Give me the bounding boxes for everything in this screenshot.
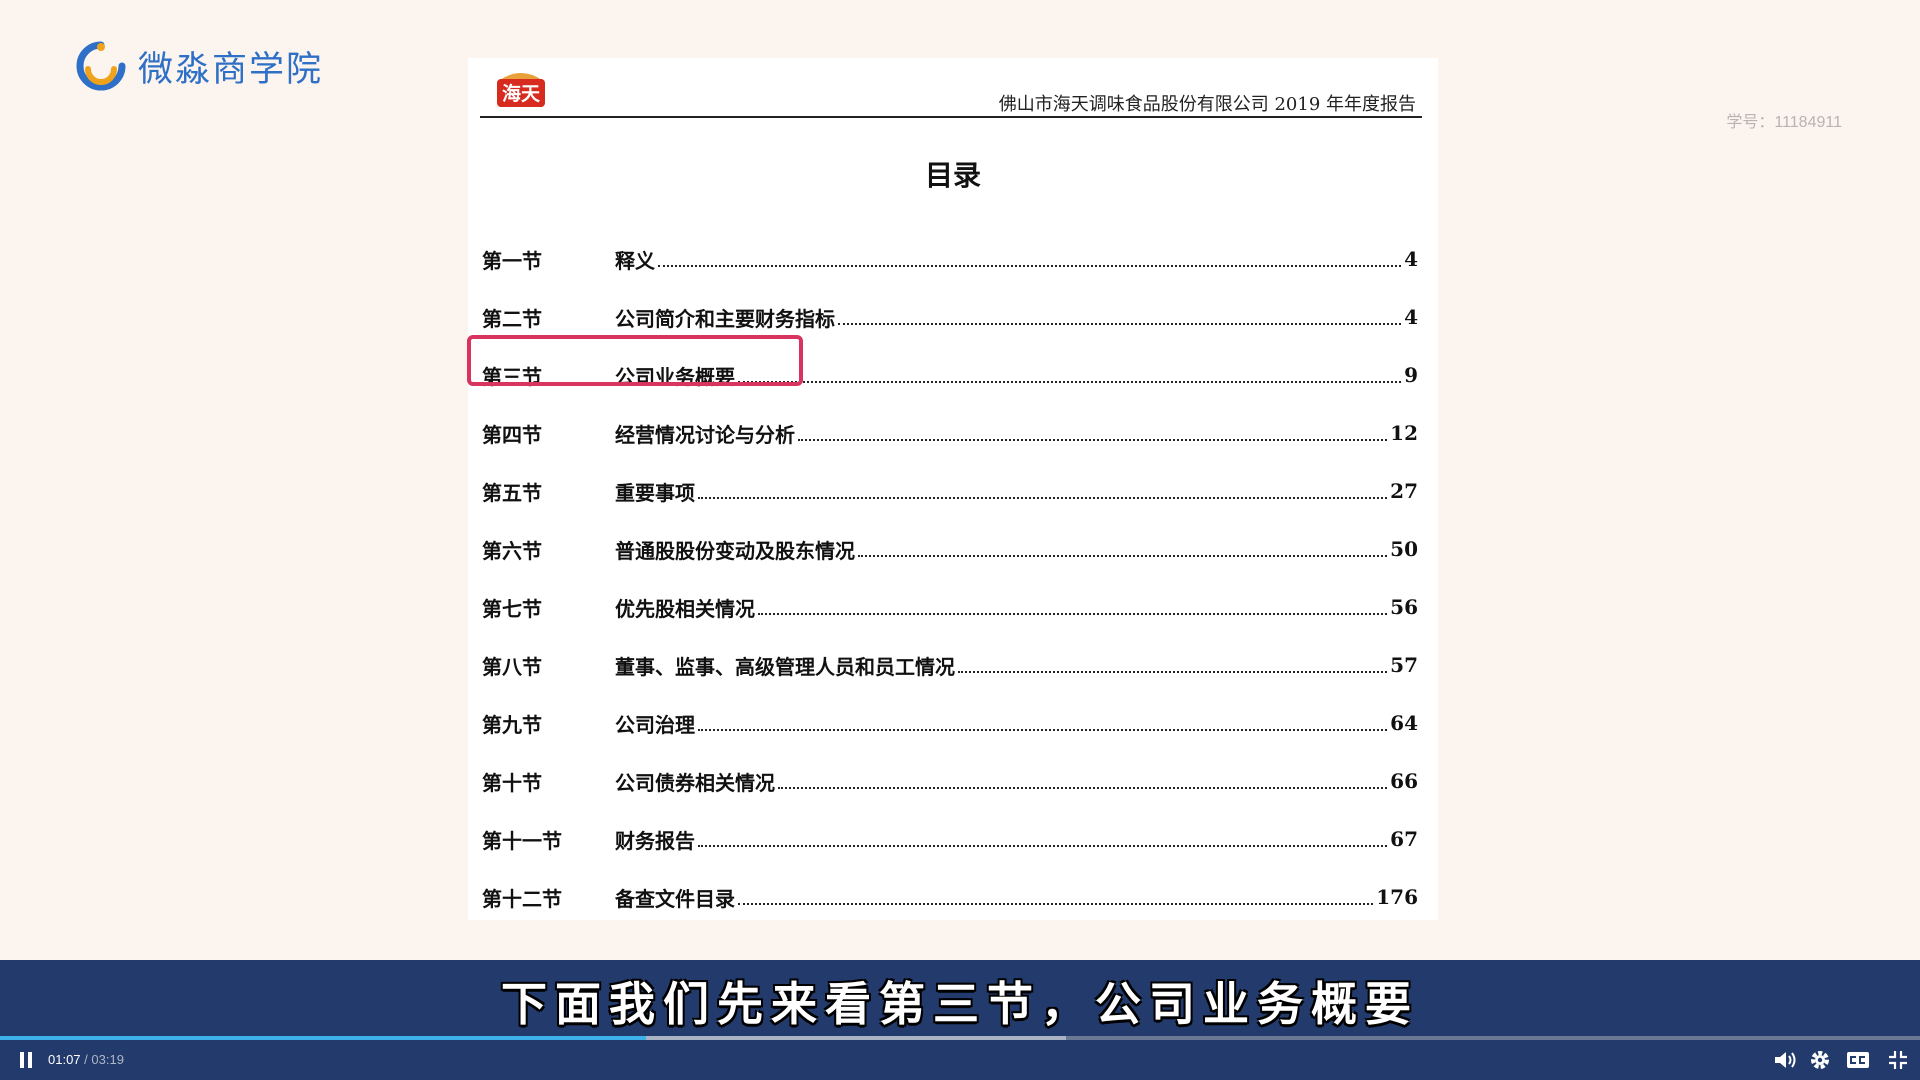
report-header: 佛山市海天调味食品股份有限公司 2019 年年度报告: [998, 94, 1416, 115]
settings-icon: [1811, 1051, 1829, 1069]
toc-section-title: 优先股相关情况: [615, 596, 755, 621]
toc-page-number: 9: [1404, 363, 1418, 387]
toc-page-number: 12: [1390, 421, 1418, 445]
brand-name: 微淼商学院: [138, 49, 324, 90]
toc-row: 第六节 普通股股份变动及股东情况 50: [482, 520, 1418, 578]
toc-row: 第十一节 财务报告 67: [482, 810, 1418, 868]
captions-button[interactable]: [1846, 1048, 1870, 1072]
toc-section-title: 公司治理: [615, 712, 695, 737]
toc-row: 第九节 公司治理 64: [482, 694, 1418, 752]
pause-icon: [20, 1052, 32, 1068]
toc-row: 第七节 优先股相关情况 56: [482, 578, 1418, 636]
exit-fullscreen-button[interactable]: [1886, 1048, 1910, 1072]
toc-section-title: 重要事项: [615, 480, 695, 505]
video-subtitle: 下面我们先来看第三节，公司业务概要: [501, 977, 1419, 1031]
haitian-logo: 海天: [497, 73, 545, 107]
student-id-watermark: 学号：11184911: [1726, 114, 1842, 131]
toc-page-number: 27: [1390, 479, 1418, 503]
toc-leader-dots: [658, 265, 1402, 267]
toc-page-number: 50: [1390, 537, 1418, 561]
current-time: 01:07: [48, 1052, 81, 1067]
document-page: 海天 佛山市海天调味食品股份有限公司 2019 年年度报告 目录 第一节 释义 4 第…: [468, 58, 1438, 920]
toc-page-number: 176: [1376, 885, 1418, 909]
toc-section-title: 公司简介和主要财务指标: [615, 306, 835, 331]
toc-leader-dots: [738, 903, 1374, 905]
volume-icon: [1775, 1052, 1796, 1068]
player-controls: 01:07 / 03:19: [0, 1040, 1920, 1080]
pause-button[interactable]: [14, 1048, 38, 1072]
toc-row: 第十二节 备查文件目录 176: [482, 868, 1418, 926]
toc-page-number: 57: [1390, 653, 1418, 677]
toc-leader-dots: [798, 439, 1388, 441]
toc-leader-dots: [698, 497, 1388, 499]
brand-logo-icon: [76, 41, 126, 91]
toc-leader-dots: [838, 323, 1402, 325]
toc-page-number: 4: [1404, 305, 1418, 329]
toc-row: 第五节 重要事项 27: [482, 462, 1418, 520]
toc-section-title: 财务报告: [615, 828, 695, 853]
toc-title: 目录: [924, 159, 981, 192]
toc-page-number: 56: [1390, 595, 1418, 619]
toc-leader-dots: [758, 613, 1388, 615]
toc-section-number: 第九节: [482, 712, 542, 737]
toc-row: 第十节 公司债券相关情况 66: [482, 752, 1418, 810]
toc-section-number: 第十二节: [482, 886, 562, 911]
toc-section-title: 公司债券相关情况: [615, 770, 775, 795]
toc-page-number: 4: [1404, 247, 1418, 271]
captions-icon: [1847, 1052, 1869, 1068]
toc-row: 第一节 释义 4: [482, 230, 1418, 288]
volume-button[interactable]: [1773, 1048, 1797, 1072]
toc-section-number: 第七节: [482, 596, 542, 621]
toc-section-number: 第二节: [482, 306, 542, 331]
time-separator: /: [84, 1052, 88, 1067]
toc-section-number: 第八节: [482, 654, 542, 679]
toc-section-number: 第五节: [482, 480, 542, 505]
highlight-box: [467, 335, 803, 386]
subtitle-band: 下面我们先来看第三节，公司业务概要: [0, 960, 1920, 1040]
time-display: 01:07 / 03:19: [48, 1052, 124, 1067]
exit-fullscreen-icon: [1889, 1051, 1907, 1069]
toc-section-number: 第四节: [482, 422, 542, 447]
toc-section-number: 第十节: [482, 770, 542, 795]
toc-leader-dots: [698, 845, 1388, 847]
toc-leader-dots: [738, 381, 1402, 383]
toc-section-title: 释义: [615, 248, 655, 273]
settings-button[interactable]: [1808, 1048, 1832, 1072]
toc-page-number: 66: [1390, 769, 1418, 793]
toc-page-number: 64: [1390, 711, 1418, 735]
toc-section-number: 第一节: [482, 248, 542, 273]
toc-leader-dots: [778, 787, 1388, 789]
toc-row: 第四节 经营情况讨论与分析 12: [482, 404, 1418, 462]
toc-leader-dots: [858, 555, 1388, 557]
haitian-logo-text: 海天: [502, 82, 541, 105]
toc-leader-dots: [958, 671, 1388, 673]
brand-logo: 微淼商学院: [74, 36, 323, 96]
toc-page-number: 67: [1390, 827, 1418, 851]
toc-section-title: 备查文件目录: [615, 886, 735, 911]
toc-row: 第八节 董事、监事、高级管理人员和员工情况 57: [482, 636, 1418, 694]
toc-section-number: 第六节: [482, 538, 542, 563]
toc-section-title: 普通股股份变动及股东情况: [615, 538, 855, 563]
toc-section-title: 经营情况讨论与分析: [615, 422, 795, 447]
toc-leader-dots: [698, 729, 1388, 731]
toc-section-title: 董事、监事、高级管理人员和员工情况: [615, 654, 955, 679]
toc-section-number: 第十一节: [482, 828, 562, 853]
duration: 03:19: [91, 1052, 124, 1067]
header-rule: [480, 116, 1422, 118]
